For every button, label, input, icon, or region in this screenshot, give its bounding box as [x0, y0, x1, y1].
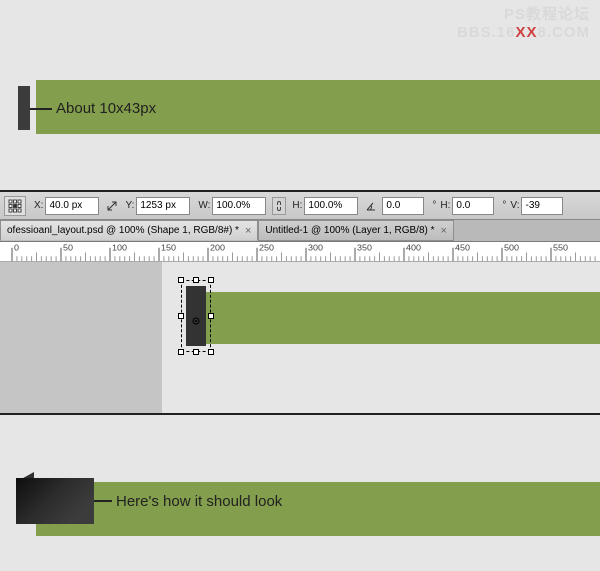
watermark: PS教程论坛 BBS.16XX8.COM: [457, 6, 590, 42]
ruler-tick-label: 500: [504, 243, 519, 253]
ruler-tick-label: 450: [455, 243, 470, 253]
options-bar: X: Y: W: H: ° H: ° V:: [0, 192, 600, 220]
pasteboard: [0, 262, 162, 413]
ruler-tick-label: 150: [161, 243, 176, 253]
canvas-area[interactable]: [0, 262, 600, 413]
ruler-tick-label: 100: [112, 243, 127, 253]
skew-v-label: V:: [510, 200, 519, 211]
dark-tab-shape: [18, 86, 30, 130]
transform-handle[interactable]: [178, 277, 184, 283]
ribbon-flap: [16, 478, 94, 524]
horizontal-ruler[interactable]: 0 50 100 150 200 250 300 350 400 450 500 550: [0, 242, 600, 262]
ruler-tick-label: 550: [553, 243, 568, 253]
transform-handle[interactable]: [208, 277, 214, 283]
w-label: W:: [198, 200, 210, 211]
example-section-3: Here's how it should look: [0, 450, 600, 570]
y-input[interactable]: [136, 197, 190, 215]
link-wh-icon[interactable]: [272, 197, 286, 215]
annotation-text: About 10x43px: [56, 100, 156, 117]
ruler-tick-label: 300: [308, 243, 323, 253]
transform-handle[interactable]: [178, 349, 184, 355]
ruler-tick-label: 250: [259, 243, 274, 253]
example-section-1: About 10x43px: [0, 54, 600, 154]
transform-handle[interactable]: [208, 349, 214, 355]
deg-label: °: [432, 200, 436, 211]
skew-h-label: H:: [440, 200, 450, 211]
callout-line: [30, 108, 52, 110]
reference-point-icon[interactable]: [192, 312, 200, 320]
callout-line: [94, 500, 112, 502]
skew-h-input[interactable]: [452, 197, 494, 215]
ruler-tick-label: 200: [210, 243, 225, 253]
ruler-tick-label: 50: [63, 243, 73, 253]
x-label: X:: [34, 200, 43, 211]
angle-icon: [363, 197, 379, 215]
document-tab-2[interactable]: Untitled-1 @ 100% (Layer 1, RGB/8) * ×: [258, 220, 454, 241]
angle-input[interactable]: [382, 197, 424, 215]
annotation-text: Here's how it should look: [116, 493, 282, 510]
document-tab-1[interactable]: ofessioanl_layout.psd @ 100% (Shape 1, R…: [0, 220, 258, 241]
artboard: [0, 262, 600, 413]
ruler-tick-label: 0: [14, 243, 19, 253]
transform-handle[interactable]: [193, 277, 199, 283]
document-tab-label: Untitled-1 @ 100% (Layer 1, RGB/8) *: [265, 225, 434, 236]
deg-label-2: °: [502, 200, 506, 211]
selection-marquee: [181, 280, 211, 352]
ruler-tick-label: 350: [357, 243, 372, 253]
close-icon[interactable]: ×: [245, 225, 251, 237]
transform-handle[interactable]: [193, 349, 199, 355]
close-icon[interactable]: ×: [441, 225, 447, 237]
green-bar: [204, 292, 600, 344]
w-input[interactable]: [212, 197, 266, 215]
document-tab-label: ofessioanl_layout.psd @ 100% (Shape 1, R…: [7, 225, 239, 236]
reference-point-icon[interactable]: [4, 196, 26, 216]
transform-handle[interactable]: [208, 313, 214, 319]
skew-v-input[interactable]: [521, 197, 563, 215]
h-input[interactable]: [304, 197, 358, 215]
ruler-tick-label: 400: [406, 243, 421, 253]
watermark-line2: BBS.16XX8.COM: [457, 24, 590, 42]
y-label: Y:: [125, 200, 134, 211]
photoshop-window: X: Y: W: H: ° H: ° V: ofessioanl_layout.…: [0, 190, 600, 415]
document-tabs: ofessioanl_layout.psd @ 100% (Shape 1, R…: [0, 220, 600, 242]
h-label: H:: [292, 200, 302, 211]
transform-handle[interactable]: [178, 313, 184, 319]
x-input[interactable]: [45, 197, 99, 215]
watermark-line1: PS教程论坛: [457, 6, 590, 24]
transform-selection[interactable]: [186, 286, 206, 346]
xy-swap-icon[interactable]: [104, 197, 120, 215]
